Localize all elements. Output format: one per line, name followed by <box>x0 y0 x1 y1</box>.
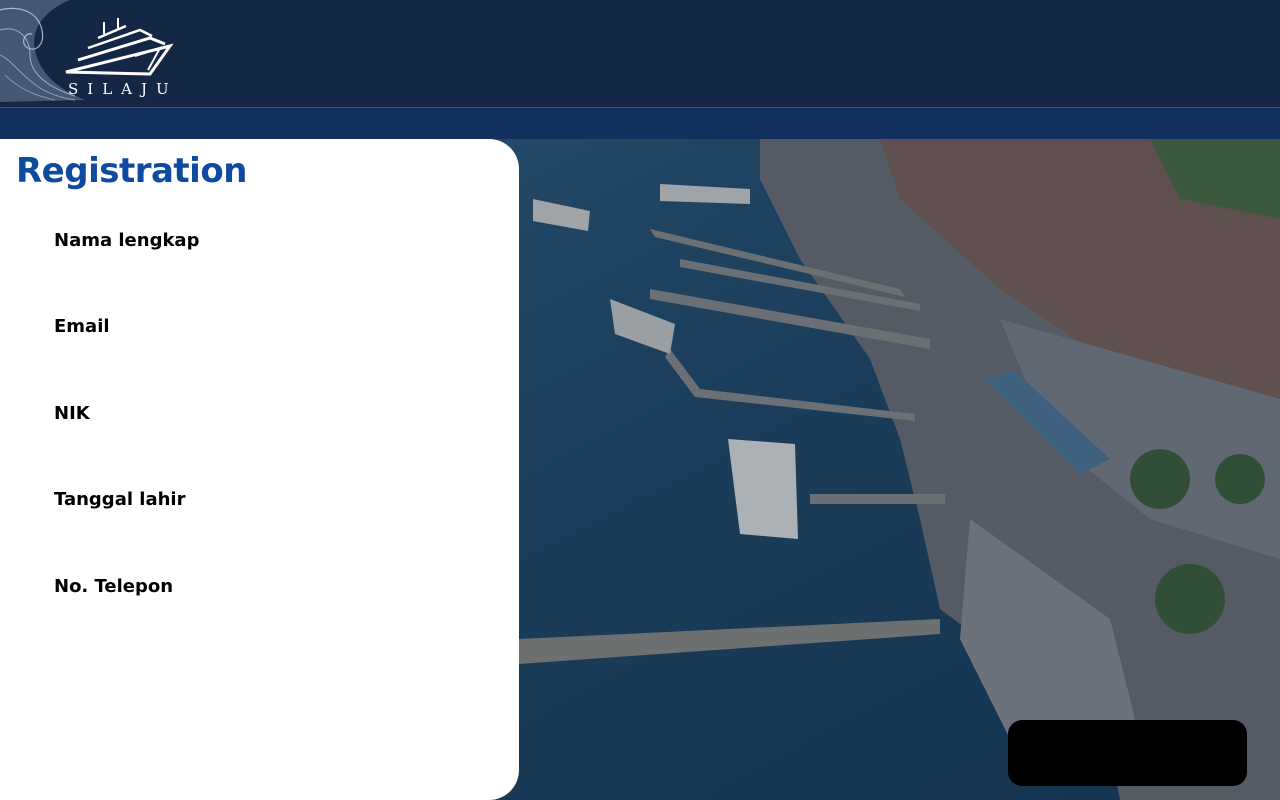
nik-field-label: NIK <box>54 403 90 424</box>
birthdate-input[interactable] <box>54 517 474 547</box>
top-navbar: SILAJU <box>0 0 1280 107</box>
page-title: Registration <box>16 151 247 191</box>
name-field-label: Nama lengkap <box>54 230 200 251</box>
submit-button[interactable] <box>1008 720 1247 786</box>
birthdate-field-label: Tanggal lahir <box>54 489 186 510</box>
phone-input[interactable] <box>54 604 474 634</box>
name-input[interactable] <box>54 258 474 288</box>
phone-field-label: No. Telepon <box>54 576 174 597</box>
app-logo[interactable]: SILAJU <box>0 0 180 102</box>
email-input[interactable] <box>54 344 474 374</box>
sub-navbar <box>0 108 1280 139</box>
email-field-label: Email <box>54 316 110 337</box>
nik-input[interactable] <box>54 431 474 461</box>
logo-wordmark: SILAJU <box>68 80 178 98</box>
